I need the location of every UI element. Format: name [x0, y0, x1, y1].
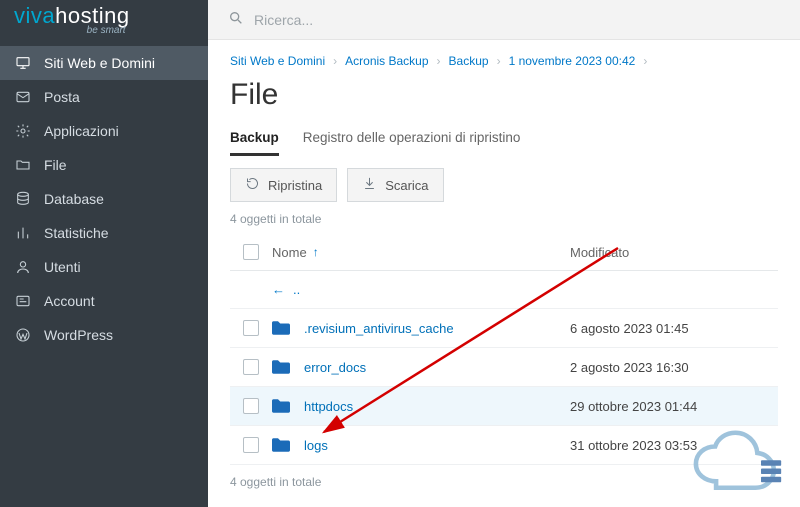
- modified-cell: 2 agosto 2023 16:30: [570, 360, 770, 375]
- sidebar-nav: Siti Web e Domini Posta Applicazioni Fil…: [0, 46, 208, 352]
- item-count-top: 4 oggetti in totale: [230, 212, 778, 226]
- chart-icon: [14, 225, 32, 241]
- arrow-left-icon: ←: [272, 282, 285, 297]
- brand-logo: vivahosting be smart: [0, 0, 208, 46]
- sidebar-item-apps[interactable]: Applicazioni: [0, 114, 208, 148]
- folder-icon: [272, 321, 290, 335]
- sidebar-item-files[interactable]: File: [0, 148, 208, 182]
- chevron-right-icon: ›: [437, 54, 441, 68]
- sidebar-item-label: Utenti: [44, 259, 81, 275]
- chevron-right-icon: ›: [333, 54, 337, 68]
- folder-icon: [14, 157, 32, 173]
- card-icon: [14, 293, 32, 309]
- table-header: Nome ↑ Modificato: [230, 234, 778, 271]
- download-icon: [362, 176, 377, 194]
- table-row: .revisium_antivirus_cache 6 agosto 2023 …: [230, 309, 778, 348]
- tab-backup[interactable]: Backup: [230, 130, 279, 156]
- breadcrumb-link[interactable]: Siti Web e Domini: [230, 54, 325, 68]
- button-label: Ripristina: [268, 178, 322, 193]
- row-checkbox[interactable]: [243, 398, 259, 414]
- mail-icon: [14, 89, 32, 105]
- modified-cell: 6 agosto 2023 01:45: [570, 321, 770, 336]
- breadcrumb-link[interactable]: Backup: [449, 54, 489, 68]
- sort-asc-icon: ↑: [313, 245, 319, 259]
- chevron-right-icon: ›: [643, 54, 647, 68]
- sidebar-item-mail[interactable]: Posta: [0, 80, 208, 114]
- up-label: ..: [293, 282, 300, 297]
- sidebar-item-account[interactable]: Account: [0, 284, 208, 318]
- watermark-cloud-icon: [684, 428, 794, 501]
- modified-cell: 29 ottobre 2023 01:44: [570, 399, 770, 414]
- sidebar-item-label: Posta: [44, 89, 80, 105]
- button-label: Scarica: [385, 178, 428, 193]
- folder-link[interactable]: .revisium_antivirus_cache: [304, 321, 454, 336]
- row-checkbox[interactable]: [243, 359, 259, 375]
- chevron-right-icon: ›: [497, 54, 501, 68]
- folder-link[interactable]: error_docs: [304, 360, 366, 375]
- table-row: error_docs 2 agosto 2023 16:30: [230, 348, 778, 387]
- database-icon: [14, 191, 32, 207]
- sidebar-item-label: Account: [44, 293, 95, 309]
- topbar: [208, 0, 800, 40]
- page-title: File: [230, 78, 778, 112]
- sidebar: vivahosting be smart Siti Web e Domini P…: [0, 0, 208, 507]
- sidebar-item-wordpress[interactable]: WordPress: [0, 318, 208, 352]
- sidebar-item-label: WordPress: [44, 327, 113, 343]
- sidebar-item-label: File: [44, 157, 67, 173]
- folder-link[interactable]: logs: [304, 438, 328, 453]
- search-input[interactable]: [254, 12, 780, 28]
- tab-restore-log[interactable]: Registro delle operazioni di ripristino: [303, 130, 521, 156]
- up-directory-link[interactable]: ← ..: [272, 282, 300, 297]
- breadcrumb: Siti Web e Domini › Acronis Backup › Backu…: [230, 54, 778, 68]
- row-checkbox[interactable]: [243, 437, 259, 453]
- sidebar-item-database[interactable]: Database: [0, 182, 208, 216]
- search-icon: [228, 10, 244, 29]
- monitor-icon: [14, 55, 32, 71]
- sidebar-item-label: Applicazioni: [44, 123, 119, 139]
- sidebar-item-label: Statistiche: [44, 225, 109, 241]
- folder-icon: [272, 360, 290, 374]
- column-header-modified[interactable]: Modificato: [570, 245, 770, 260]
- restore-button[interactable]: Ripristina: [230, 168, 337, 202]
- brand-tagline: be smart: [14, 25, 126, 36]
- sidebar-item-sites[interactable]: Siti Web e Domini: [0, 46, 208, 80]
- restore-icon: [245, 176, 260, 194]
- breadcrumb-link[interactable]: Acronis Backup: [345, 54, 428, 68]
- table-row-up: ← ..: [230, 271, 778, 309]
- tabs: Backup Registro delle operazioni di ripr…: [230, 130, 778, 156]
- toolbar: Ripristina Scarica: [230, 168, 778, 202]
- sidebar-item-label: Database: [44, 191, 104, 207]
- gear-icon: [14, 123, 32, 139]
- select-all-checkbox[interactable]: [243, 244, 259, 260]
- table-row: httpdocs 29 ottobre 2023 01:44: [230, 387, 778, 426]
- column-header-name[interactable]: Nome ↑: [272, 245, 570, 260]
- sidebar-item-stats[interactable]: Statistiche: [0, 216, 208, 250]
- folder-icon: [272, 438, 290, 452]
- breadcrumb-link[interactable]: 1 novembre 2023 00:42: [509, 54, 636, 68]
- column-label: Nome: [272, 245, 307, 260]
- row-checkbox[interactable]: [243, 320, 259, 336]
- folder-icon: [272, 399, 290, 413]
- download-button[interactable]: Scarica: [347, 168, 443, 202]
- folder-link[interactable]: httpdocs: [304, 399, 353, 414]
- user-icon: [14, 259, 32, 275]
- sidebar-item-users[interactable]: Utenti: [0, 250, 208, 284]
- wordpress-icon: [14, 327, 32, 343]
- sidebar-item-label: Siti Web e Domini: [44, 55, 155, 71]
